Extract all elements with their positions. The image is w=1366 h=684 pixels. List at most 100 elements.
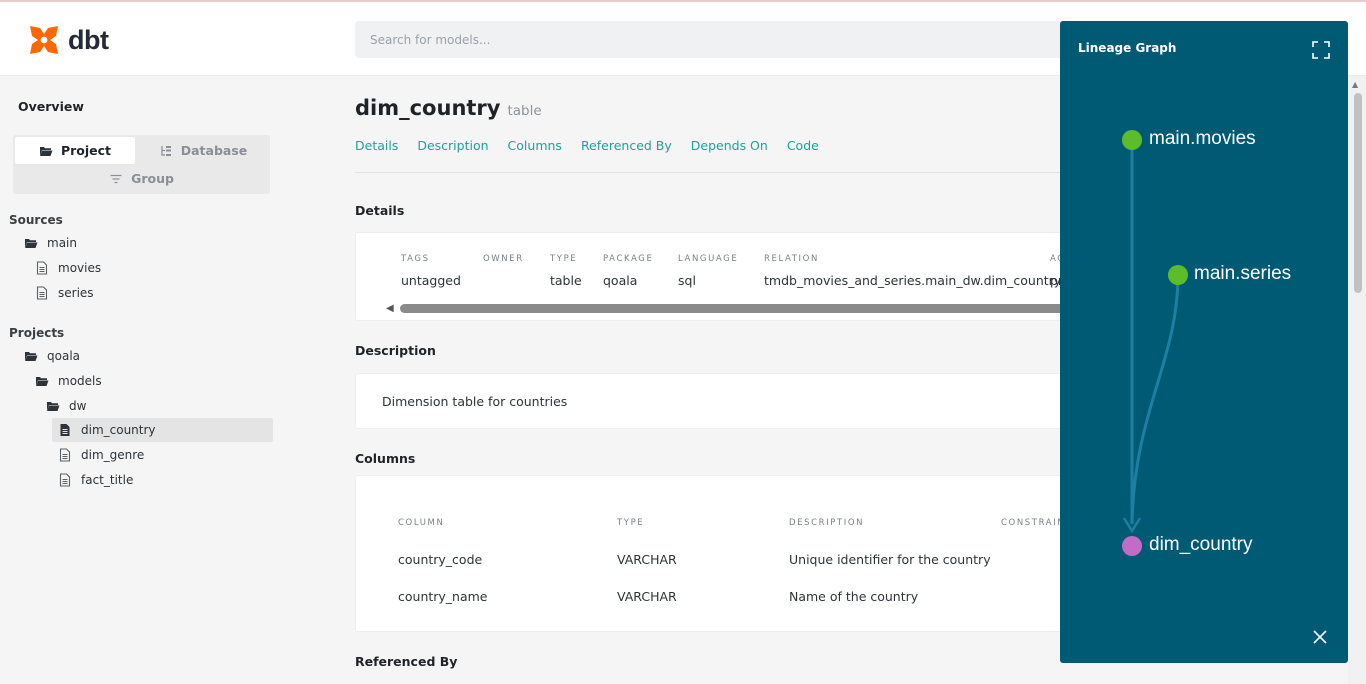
description-text: Dimension table for countries xyxy=(382,394,568,409)
lineage-graph[interactable] xyxy=(1060,21,1348,663)
folder-open-icon xyxy=(25,352,38,361)
meta-relation: RELATION tmdb_movies_and_series.main_dw.… xyxy=(764,254,1061,288)
sources-title: Sources xyxy=(9,213,63,227)
sidebar: Overview Project Database Group Sources … xyxy=(0,77,290,684)
project-folder-dw[interactable]: dw xyxy=(46,394,86,418)
folder-open-icon xyxy=(25,239,38,248)
node-label[interactable]: main.series xyxy=(1194,263,1291,285)
columns-card: COLUMN TYPE DESCRIPTION CONSTRAIN countr… xyxy=(355,475,1075,632)
dbt-logo-icon xyxy=(30,26,58,54)
node-label[interactable]: main.movies xyxy=(1149,128,1256,150)
table-cell: Name of the country xyxy=(789,589,919,604)
folder-open-icon xyxy=(39,146,53,156)
meta-key: TYPE xyxy=(550,254,578,264)
scroll-left-arrow-icon[interactable]: ◀ xyxy=(386,303,394,314)
tree-label: models xyxy=(58,374,102,388)
referenced-by-heading: Referenced By xyxy=(355,654,458,669)
database-tree-icon xyxy=(161,145,171,156)
table-cell: VARCHAR xyxy=(617,552,677,567)
tree-label: movies xyxy=(58,261,102,275)
column-header: DESCRIPTION xyxy=(789,518,865,528)
tree-label: qoala xyxy=(47,349,80,363)
tab-depends-on[interactable]: Depends On xyxy=(691,138,768,153)
edge-series-to-dim-country xyxy=(1130,274,1180,525)
meta-value: table xyxy=(550,273,582,288)
node-main-movies[interactable] xyxy=(1122,130,1142,150)
column-header: CONSTRAIN xyxy=(1001,518,1066,528)
model-type: table xyxy=(507,103,542,119)
tab-referenced-by[interactable]: Referenced By xyxy=(581,138,672,153)
page-scrollbar-thumb[interactable] xyxy=(1354,93,1362,293)
model-title: dim_country table xyxy=(355,96,542,120)
projects-title: Projects xyxy=(9,326,65,340)
group-toggle-button[interactable]: Group xyxy=(15,165,268,192)
view-toggle: Project Database Group xyxy=(13,135,270,194)
table-cell: VARCHAR xyxy=(617,589,677,604)
meta-type: TYPE table xyxy=(550,254,582,288)
folder-open-icon xyxy=(47,402,60,411)
source-item-movies[interactable]: movies xyxy=(35,256,101,280)
file-filled-icon xyxy=(60,424,70,436)
file-icon xyxy=(36,286,48,300)
tree-label: fact_title xyxy=(81,473,134,487)
model-item-dim-genre[interactable]: dim_genre xyxy=(58,443,144,467)
tree-label: dim_genre xyxy=(81,448,145,462)
meta-value: tmdb_movies_and_series.main_dw.dim_count… xyxy=(764,273,1062,288)
column-header: COLUMN xyxy=(398,518,445,528)
close-icon[interactable] xyxy=(1312,629,1328,645)
node-dim-country[interactable] xyxy=(1122,536,1142,556)
node-main-series[interactable] xyxy=(1168,265,1188,285)
source-folder-main[interactable]: main xyxy=(24,231,77,255)
group-toggle-label: Group xyxy=(131,171,174,186)
database-toggle-button[interactable]: Database xyxy=(139,137,267,164)
model-item-fact-title[interactable]: fact_title xyxy=(58,468,133,492)
database-toggle-label: Database xyxy=(180,143,248,158)
logo[interactable]: dbt xyxy=(26,22,109,58)
tree-label: series xyxy=(58,286,94,300)
details-heading: Details xyxy=(355,203,405,218)
section-tabs: Details Description Columns Referenced B… xyxy=(355,138,819,153)
node-label[interactable]: dim_country xyxy=(1149,534,1253,556)
file-icon xyxy=(59,473,71,487)
meta-key: OWNER xyxy=(483,254,524,264)
project-folder-qoala[interactable]: qoala xyxy=(24,344,80,368)
table-cell[interactable]: country_code xyxy=(398,552,482,567)
model-name: dim_country xyxy=(355,96,501,120)
logo-text: dbt xyxy=(68,24,109,55)
tab-description[interactable]: Description xyxy=(417,138,488,153)
tab-columns[interactable]: Columns xyxy=(508,138,562,153)
tab-details[interactable]: Details xyxy=(355,138,398,153)
table-cell[interactable]: country_name xyxy=(398,589,488,604)
column-header: TYPE xyxy=(617,518,645,528)
model-item-dim-country[interactable]: dim_country xyxy=(52,418,273,442)
meta-key: LANGUAGE xyxy=(678,254,739,264)
meta-package: PACKAGE qoala xyxy=(603,254,653,288)
meta-value: qoala xyxy=(603,273,638,288)
meta-language: LANGUAGE sql xyxy=(678,254,738,288)
folder-open-icon xyxy=(36,377,49,386)
project-toggle-button[interactable]: Project xyxy=(15,137,135,164)
meta-key: PACKAGE xyxy=(603,254,654,264)
file-icon xyxy=(36,261,48,275)
project-folder-models[interactable]: models xyxy=(35,369,102,393)
tree-label: dim_country xyxy=(81,423,156,437)
scroll-up-arrow-icon[interactable]: ▲ xyxy=(1352,80,1358,89)
columns-heading: Columns xyxy=(355,451,416,466)
meta-value: sql xyxy=(678,273,696,288)
meta-tags: TAGS untagged xyxy=(401,254,461,288)
divider xyxy=(355,172,1075,173)
details-card: TAGS untagged OWNER TYPE table PACKAGE q… xyxy=(355,232,1076,321)
meta-value: untagged xyxy=(401,273,461,288)
search-input[interactable] xyxy=(355,21,1075,58)
meta-key: TAGS xyxy=(401,254,430,264)
lineage-panel: Lineage Graph main.movies main.series di… xyxy=(1060,21,1348,663)
overview-link[interactable]: Overview xyxy=(18,99,84,114)
source-item-series[interactable]: series xyxy=(35,281,94,305)
filter-lines-icon xyxy=(110,174,122,183)
description-heading: Description xyxy=(355,343,436,358)
tab-code[interactable]: Code xyxy=(787,138,819,153)
project-toggle-label: Project xyxy=(60,143,112,158)
meta-owner: OWNER xyxy=(483,254,524,273)
horizontal-scrollbar[interactable] xyxy=(400,304,1076,313)
meta-key: RELATION xyxy=(764,254,819,264)
